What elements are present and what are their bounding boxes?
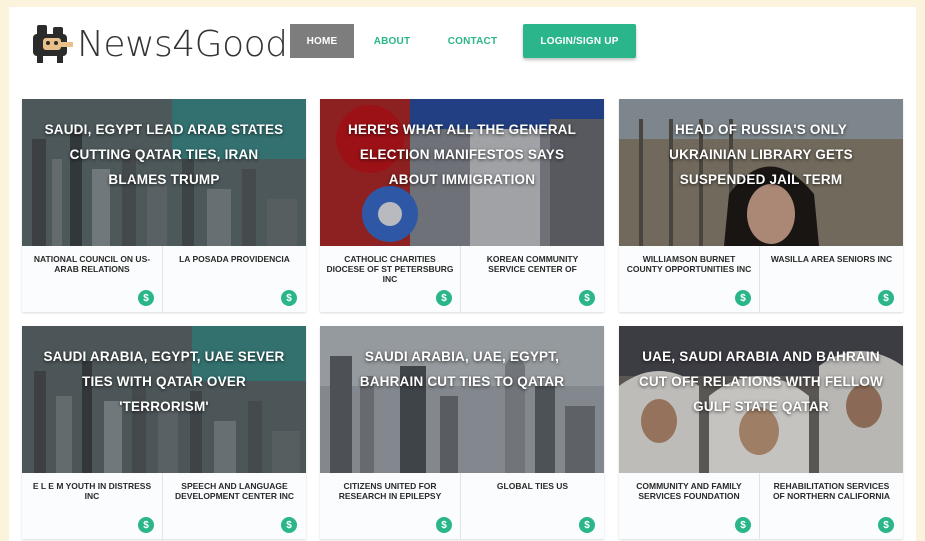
charity-name: GLOBAL TIES US <box>496 481 569 491</box>
charity-option[interactable]: COMMUNITY AND FAMILY SERVICES FOUNDATION… <box>619 473 760 539</box>
charity-name: WASILLA AREA SENIORS INC <box>770 254 893 264</box>
news-headline[interactable]: UAE, SAUDI ARABIA AND BAHRAIN CUT OFF RE… <box>637 344 885 419</box>
news-card[interactable]: SAUDI ARABIA, UAE, EGYPT, BAHRAIN CUT TI… <box>320 326 604 539</box>
charity-name: KOREAN COMMUNITY SERVICE CENTER OF <box>486 254 579 274</box>
main-nav: HOME ABOUT CONTACT LOGIN/SIGN UP <box>290 24 636 58</box>
login-signup-button[interactable]: LOGIN/SIGN UP <box>523 24 636 58</box>
news-card[interactable]: UAE, SAUDI ARABIA AND BAHRAIN CUT OFF RE… <box>619 326 903 539</box>
charity-name: NATIONAL COUNCIL ON US-ARAB RELATIONS <box>33 254 151 274</box>
charity-name: WILLIAMSON BURNET COUNTY OPPORTUNITIES I… <box>626 254 752 274</box>
charity-name: LA POSADA PROVIDENCIA <box>179 254 290 264</box>
news-headline[interactable]: HERE'S WHAT ALL THE GENERAL ELECTION MAN… <box>338 117 586 192</box>
charity-name: COMMUNITY AND FAMILY SERVICES FOUNDATION <box>636 481 742 501</box>
nav-about[interactable]: ABOUT <box>354 24 430 58</box>
charity-name: CITIZENS UNITED FOR RESEARCH IN EPILEPSY <box>338 481 442 501</box>
news-headline[interactable]: SAUDI ARABIA, UAE, EGYPT, BAHRAIN CUT TI… <box>338 344 586 394</box>
donate-dollar-icon[interactable]: $ <box>735 517 751 533</box>
brand-name: News4Good <box>77 23 288 65</box>
charity-name: E L E M YOUTH IN DISTRESS INC <box>32 481 152 501</box>
news-headline[interactable]: SAUDI, EGYPT LEAD ARAB STATES CUTTING QA… <box>40 117 288 192</box>
charity-option[interactable]: CITIZENS UNITED FOR RESEARCH IN EPILEPSY… <box>320 473 461 539</box>
news-headline[interactable]: SAUDI ARABIA, EGYPT, UAE SEVER TIES WITH… <box>40 344 288 419</box>
charity-option[interactable]: GLOBAL TIES US $ <box>462 473 603 539</box>
brand-logo[interactable]: News4Good <box>29 21 288 67</box>
charity-option[interactable]: SPEECH AND LANGUAGE DEVELOPMENT CENTER I… <box>164 473 305 539</box>
nav-contact[interactable]: CONTACT <box>430 24 515 58</box>
charity-option[interactable]: KOREAN COMMUNITY SERVICE CENTER OF $ <box>462 246 603 312</box>
donate-dollar-icon[interactable]: $ <box>281 517 297 533</box>
donate-dollar-icon[interactable]: $ <box>579 517 595 533</box>
donate-dollar-icon[interactable]: $ <box>878 290 894 306</box>
news-card-image[interactable]: SAUDI ARABIA, EGYPT, UAE SEVER TIES WITH… <box>22 326 306 473</box>
news-card-image[interactable]: HEAD OF RUSSIA'S ONLY UKRAINIAN LIBRARY … <box>619 99 903 246</box>
news-card[interactable]: SAUDI, EGYPT LEAD ARAB STATES CUTTING QA… <box>22 99 306 312</box>
page: News4Good HOME ABOUT CONTACT LOGIN/SIGN … <box>9 7 916 541</box>
news-card[interactable]: SAUDI ARABIA, EGYPT, UAE SEVER TIES WITH… <box>22 326 306 539</box>
donate-dollar-icon[interactable]: $ <box>281 290 297 306</box>
news-card[interactable]: HEAD OF RUSSIA'S ONLY UKRAINIAN LIBRARY … <box>619 99 903 312</box>
donate-dollar-icon[interactable]: $ <box>436 517 452 533</box>
news-headline[interactable]: HEAD OF RUSSIA'S ONLY UKRAINIAN LIBRARY … <box>637 117 885 192</box>
charity-option[interactable]: NATIONAL COUNCIL ON US-ARAB RELATIONS $ <box>22 246 163 312</box>
charity-option[interactable]: WASILLA AREA SENIORS INC $ <box>761 246 902 312</box>
nav-home[interactable]: HOME <box>290 24 354 58</box>
charity-option[interactable]: LA POSADA PROVIDENCIA $ <box>164 246 305 312</box>
charity-option[interactable]: CATHOLIC CHARITIES DIOCESE OF ST PETERSB… <box>320 246 461 312</box>
news-card[interactable]: HERE'S WHAT ALL THE GENERAL ELECTION MAN… <box>320 99 604 312</box>
donate-dollar-icon[interactable]: $ <box>138 290 154 306</box>
charity-option[interactable]: WILLIAMSON BURNET COUNTY OPPORTUNITIES I… <box>619 246 760 312</box>
news-card-image[interactable]: HERE'S WHAT ALL THE GENERAL ELECTION MAN… <box>320 99 604 246</box>
charity-option[interactable]: E L E M YOUTH IN DISTRESS INC $ <box>22 473 163 539</box>
donate-dollar-icon[interactable]: $ <box>878 517 894 533</box>
charity-option[interactable]: REHABILITATION SERVICES OF NORTHERN CALI… <box>761 473 902 539</box>
charity-name: REHABILITATION SERVICES OF NORTHERN CALI… <box>772 481 891 501</box>
news-card-image[interactable]: SAUDI ARABIA, UAE, EGYPT, BAHRAIN CUT TI… <box>320 326 604 473</box>
charity-name: CATHOLIC CHARITIES DIOCESE OF ST PETERSB… <box>326 254 454 284</box>
donate-dollar-icon[interactable]: $ <box>735 290 751 306</box>
news-card-image[interactable]: UAE, SAUDI ARABIA AND BAHRAIN CUT OFF RE… <box>619 326 903 473</box>
charity-name: SPEECH AND LANGUAGE DEVELOPMENT CENTER I… <box>174 481 294 501</box>
news-card-image[interactable]: SAUDI, EGYPT LEAD ARAB STATES CUTTING QA… <box>22 99 306 246</box>
donate-dollar-icon[interactable]: $ <box>579 290 595 306</box>
donate-dollar-icon[interactable]: $ <box>138 517 154 533</box>
dog-mascot-icon <box>33 25 73 63</box>
donate-dollar-icon[interactable]: $ <box>436 290 452 306</box>
